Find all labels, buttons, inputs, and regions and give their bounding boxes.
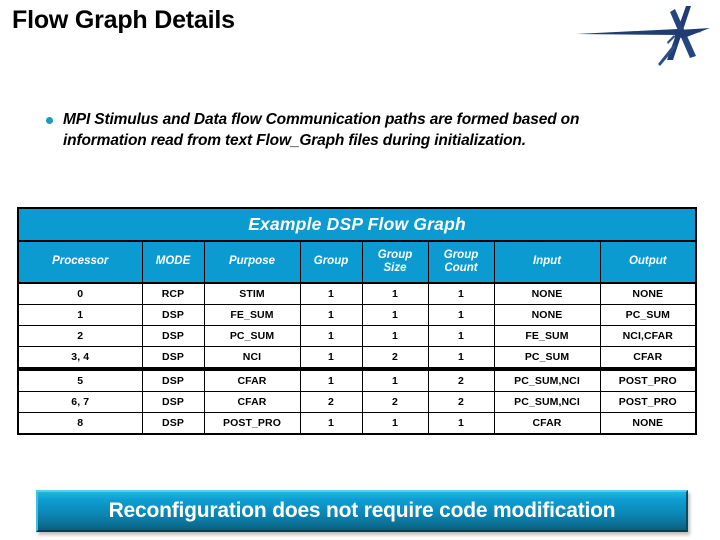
column-header-group-size-line1: Group: [377, 248, 413, 261]
bullet-text: MPI Stimulus and Data flow Communication…: [63, 111, 580, 149]
column-header-group-count-line1: Group: [443, 248, 479, 261]
table-title-row: Example DSP Flow Graph: [17, 207, 697, 242]
lockheed-martin-star-logo: [574, 4, 714, 76]
cell-mode: DSP: [141, 391, 205, 413]
cell-group-count: 2: [427, 391, 495, 413]
cell-purpose: CFAR: [203, 367, 301, 392]
column-header-purpose-label: Purpose: [228, 255, 275, 268]
cell-group-size: 1: [361, 282, 429, 305]
cell-group-size: 1: [361, 304, 429, 326]
column-header-processor-label: Processor: [52, 255, 109, 268]
column-header-processor: Processor: [17, 240, 143, 284]
cell-group: 1: [299, 304, 363, 326]
cell-group: 1: [299, 325, 363, 347]
cell-output: NONE: [599, 282, 697, 305]
cell-group: 2: [299, 391, 363, 413]
cell-output: PC_SUM: [599, 304, 697, 326]
cell-purpose: FE_SUM: [203, 304, 301, 326]
cell-group-size: 1: [361, 412, 429, 435]
cell-group-size: 2: [361, 346, 429, 370]
table-row: 5 DSP CFAR 1 1 2 PC_SUM,NCI POST_PRO: [17, 367, 697, 392]
cell-group: 1: [299, 282, 363, 305]
table-title: Example DSP Flow Graph: [17, 207, 697, 242]
column-header-group-size-line2: Size: [383, 262, 407, 274]
cell-processor: 2: [17, 325, 143, 347]
table-row: 3, 4 DSP NCI 1 2 1 PC_SUM CFAR: [17, 346, 697, 370]
cell-processor: 8: [17, 412, 143, 435]
highlight-banner: Reconfiguration does not require code mo…: [36, 490, 688, 532]
cell-group-count: 1: [427, 412, 495, 435]
column-header-input-label: Input: [532, 255, 562, 268]
flow-graph-table-container: Example DSP Flow Graph Processor MODE Pu…: [17, 207, 698, 435]
cell-processor: 6, 7: [17, 391, 143, 413]
highlight-banner-text: Reconfiguration does not require code mo…: [108, 499, 616, 522]
cell-purpose: POST_PRO: [203, 412, 301, 435]
table-header-row: Processor MODE Purpose Group Group Size …: [17, 240, 697, 284]
table-row: 6, 7 DSP CFAR 2 2 2 PC_SUM,NCI POST_PRO: [17, 391, 697, 413]
bullet-item: MPI Stimulus and Data flow Communication…: [46, 110, 646, 151]
table-row: 1 DSP FE_SUM 1 1 1 NONE PC_SUM: [17, 304, 697, 326]
table-row: 0 RCP STIM 1 1 1 NONE NONE: [17, 282, 697, 305]
cell-processor: 1: [17, 304, 143, 326]
cell-input: FE_SUM: [493, 325, 601, 347]
cell-input: NONE: [493, 282, 601, 305]
cell-mode: RCP: [141, 282, 205, 305]
cell-mode: DSP: [141, 412, 205, 435]
cell-processor: 5: [17, 367, 143, 392]
cell-mode: DSP: [141, 367, 205, 392]
cell-group-size: 1: [361, 325, 429, 347]
cell-group-count: 2: [427, 367, 495, 392]
cell-purpose: NCI: [203, 346, 301, 370]
cell-purpose: CFAR: [203, 391, 301, 413]
column-header-input: Input: [493, 240, 601, 284]
column-header-output-label: Output: [628, 255, 667, 268]
page-title: Flow Graph Details: [12, 6, 235, 34]
cell-group-count: 1: [427, 282, 495, 305]
cell-group: 1: [299, 412, 363, 435]
cell-group-count: 1: [427, 346, 495, 370]
cell-mode: DSP: [141, 346, 205, 370]
cell-input: PC_SUM,NCI: [493, 367, 601, 392]
column-header-group: Group: [299, 240, 363, 284]
bullet-dot-icon: [46, 117, 53, 124]
cell-group-size: 1: [361, 367, 429, 392]
cell-purpose: STIM: [203, 282, 301, 305]
column-header-mode-label: MODE: [155, 255, 191, 268]
cell-processor: 3, 4: [17, 346, 143, 370]
cell-purpose: PC_SUM: [203, 325, 301, 347]
cell-group-count: 1: [427, 325, 495, 347]
column-header-output: Output: [599, 240, 697, 284]
cell-input: CFAR: [493, 412, 601, 435]
cell-input: PC_SUM,NCI: [493, 391, 601, 413]
column-header-purpose: Purpose: [203, 240, 301, 284]
table-body: 0 RCP STIM 1 1 1 NONE NONE 1 DSP FE_SUM 1 1 1 NONE PC_S…: [17, 282, 697, 435]
column-header-group-count-line2: Count: [444, 262, 478, 274]
table-row: 8 DSP POST_PRO 1 1 1 CFAR NONE: [17, 412, 697, 435]
flow-graph-table: Example DSP Flow Graph Processor MODE Pu…: [17, 207, 698, 435]
cell-output: CFAR: [599, 346, 697, 370]
column-header-group-size: Group Size: [361, 240, 429, 284]
cell-processor: 0: [17, 282, 143, 305]
cell-output: POST_PRO: [599, 367, 697, 392]
cell-output: POST_PRO: [599, 391, 697, 413]
cell-group: 1: [299, 346, 363, 370]
table-row: 2 DSP PC_SUM 1 1 1 FE_SUM NCI,CFAR: [17, 325, 697, 347]
cell-input: NONE: [493, 304, 601, 326]
cell-group: 1: [299, 367, 363, 392]
cell-output: NCI,CFAR: [599, 325, 697, 347]
cell-group-count: 1: [427, 304, 495, 326]
cell-output: NONE: [599, 412, 697, 435]
column-header-mode: MODE: [141, 240, 205, 284]
cell-mode: DSP: [141, 304, 205, 326]
cell-input: PC_SUM: [493, 346, 601, 370]
cell-mode: DSP: [141, 325, 205, 347]
cell-group-size: 2: [361, 391, 429, 413]
column-header-group-count: Group Count: [427, 240, 495, 284]
column-header-group-label: Group: [313, 255, 349, 268]
